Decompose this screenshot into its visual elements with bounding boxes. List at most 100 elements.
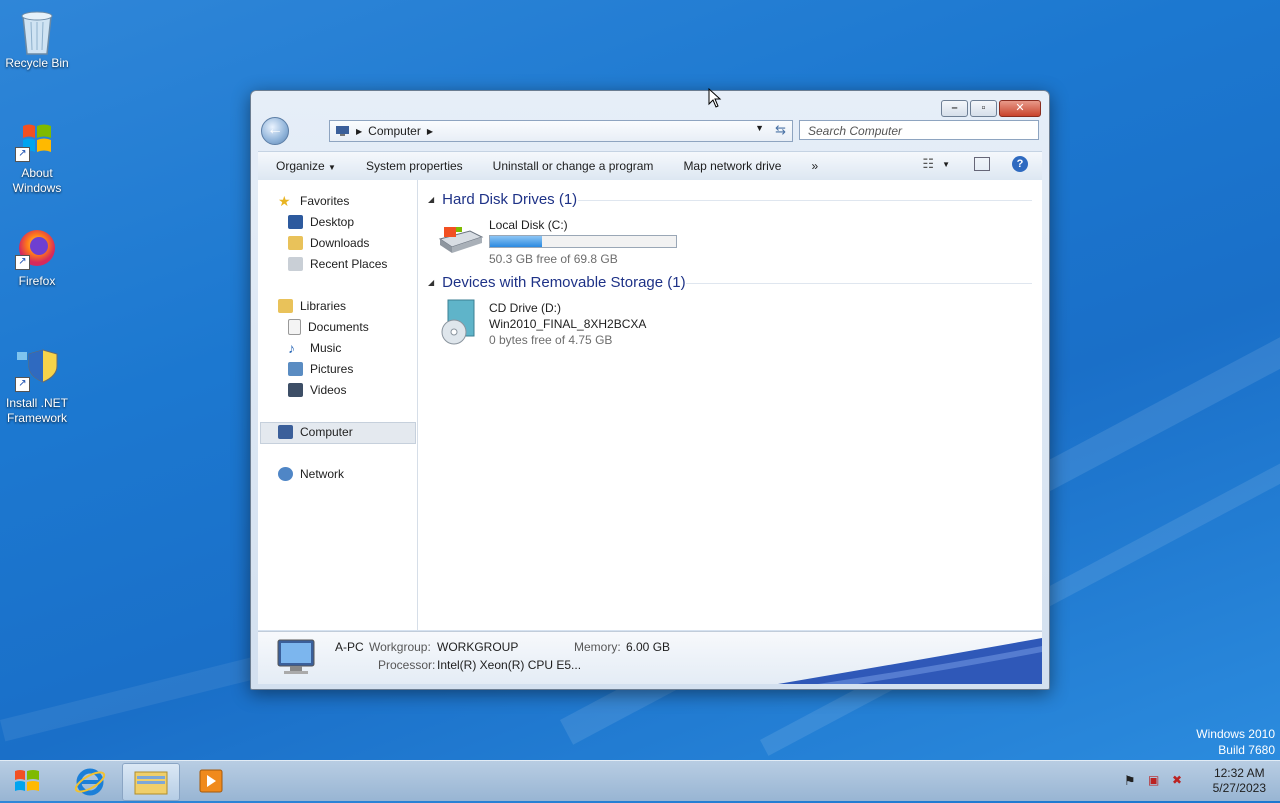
computer-icon <box>336 126 349 136</box>
close-button[interactable]: ✕ <box>999 100 1041 117</box>
desktop-icon-install-dotnet[interactable]: ↗ Install .NET Framework <box>0 348 74 426</box>
nav-pictures[interactable]: Pictures <box>288 360 353 378</box>
hard-drive-icon <box>438 227 484 253</box>
desktop-icon-about-windows[interactable]: ↗ About Windows <box>0 118 74 196</box>
internet-explorer-icon <box>74 768 106 796</box>
group-header-removable[interactable]: ◢ Devices with Removable Storage (1) <box>428 274 686 291</box>
drive-volume-label: Win2010_FINAL_8XH2BCXA <box>489 317 647 331</box>
downloads-folder-icon <box>288 236 303 250</box>
nav-downloads[interactable]: Downloads <box>288 234 369 252</box>
nav-desktop[interactable]: Desktop <box>288 213 354 231</box>
taskbar-media-player[interactable] <box>182 763 238 799</box>
drive-name: Local Disk (C:) <box>489 218 568 232</box>
desktop-icon-firefox[interactable]: ↗ Firefox <box>0 226 74 289</box>
nav-recent-places[interactable]: Recent Places <box>288 255 387 273</box>
back-arrow-icon: ← <box>267 121 283 138</box>
nav-label: Desktop <box>310 215 355 229</box>
view-options-dropdown-icon[interactable]: ▼ <box>942 160 950 169</box>
maximize-button[interactable]: ▫ <box>970 100 997 117</box>
explorer-folder-icon <box>134 771 168 795</box>
uninstall-program-button[interactable]: Uninstall or change a program <box>493 159 654 173</box>
organize-label: Organize <box>276 159 325 173</box>
address-dropdown-icon[interactable]: ▼ <box>755 123 764 133</box>
organize-button[interactable]: Organize ▼ <box>276 159 336 173</box>
mouse-cursor-icon <box>708 88 722 108</box>
taskbar-windows-explorer[interactable] <box>122 763 180 801</box>
nav-label: Network <box>300 467 345 481</box>
nav-label: Videos <box>310 383 347 397</box>
breadcrumb-arrow-icon: ▶ <box>356 126 363 136</box>
refresh-icon[interactable]: ⇆ <box>775 122 786 138</box>
navigation-pane: ★ Favorites Desktop Downloads Recent Plac… <box>258 180 418 630</box>
more-commands-button[interactable]: » <box>811 159 818 173</box>
breadcrumb-computer[interactable]: Computer <box>368 124 421 138</box>
collapse-triangle-icon[interactable]: ◢ <box>428 195 434 204</box>
nav-computer[interactable]: Computer <box>278 423 353 441</box>
nav-label: Recent Places <box>310 257 388 271</box>
desktop-icon-recycle-bin[interactable]: Recycle Bin <box>0 8 74 71</box>
libraries-icon <box>278 299 293 313</box>
network-icon <box>278 467 293 481</box>
os-watermark: Windows 2010 Build 7680 <box>1196 726 1275 758</box>
drive-free-space: 0 bytes free of 4.75 GB <box>489 333 613 347</box>
collapse-triangle-icon[interactable]: ◢ <box>428 278 434 287</box>
nav-label: Computer <box>300 425 353 439</box>
clock-time: 12:32 AM <box>1213 766 1265 780</box>
computer-name: A-PC <box>335 640 364 654</box>
nav-network[interactable]: Network <box>278 465 344 483</box>
drive-c[interactable]: Local Disk (C:) 50.3 GB free of 69.8 GB <box>436 217 677 267</box>
nav-videos[interactable]: Videos <box>288 381 346 399</box>
breadcrumb-arrow-icon[interactable]: ▶ <box>427 127 433 136</box>
taskbar-internet-explorer[interactable] <box>62 763 118 799</box>
desktop-icon-label: Install .NET Framework <box>5 396 68 425</box>
system-properties-button[interactable]: System properties <box>366 159 463 173</box>
nav-label: Favorites <box>300 194 350 208</box>
map-network-drive-button[interactable]: Map network drive <box>683 159 781 173</box>
help-icon[interactable]: ? <box>1012 156 1028 172</box>
desktop-icon-label: Firefox <box>18 274 56 288</box>
nav-favorites[interactable]: ★ Favorites <box>278 192 349 210</box>
close-icon: ✕ <box>1015 102 1025 114</box>
shortcut-arrow-icon: ↗ <box>15 147 30 162</box>
address-bar[interactable]: ▶ Computer ▶ ▼ ⇆ <box>329 120 793 142</box>
desktop-icon <box>288 215 303 229</box>
back-button[interactable]: ← <box>261 117 289 145</box>
system-clock[interactable]: 12:32 AM 5/27/2023 <box>1213 766 1266 796</box>
workgroup-value: WORKGROUP <box>437 640 519 654</box>
windows-flag-icon: ↗ <box>15 118 59 162</box>
nav-documents[interactable]: Documents <box>288 318 369 336</box>
videos-film-icon <box>288 383 303 397</box>
group-divider <box>578 200 1032 201</box>
music-note-icon: ♪ <box>288 340 295 356</box>
dotnet-shield-icon: ↗ <box>15 348 59 392</box>
content-pane: ◢ Hard Disk Drives (1) Local Disk (C:) 50… <box>418 180 1042 630</box>
firefox-icon: ↗ <box>15 226 59 270</box>
nav-label: Downloads <box>310 236 370 250</box>
maximize-icon: ▫ <box>981 102 986 114</box>
start-button[interactable] <box>10 765 44 797</box>
search-input[interactable]: Search Computer <box>799 120 1039 140</box>
explorer-window[interactable]: – ▫ ✕ ← ▶ Computer ▶ ▼ ⇆ Search Computer… <box>250 90 1050 690</box>
action-center-flag-icon[interactable]: ⚑ <box>1124 773 1136 789</box>
desktop-icon-label: Recycle Bin <box>5 56 69 70</box>
group-header-hard-disk[interactable]: ◢ Hard Disk Drives (1) <box>428 191 577 208</box>
desktop-icon-label: About Windows <box>12 166 62 195</box>
processor-value: Intel(R) Xeon(R) CPU E5... <box>437 658 582 672</box>
disk-usage-bar <box>489 235 677 248</box>
preview-pane-icon[interactable] <box>974 157 990 171</box>
nav-libraries[interactable]: Libraries <box>278 297 346 315</box>
drive-d[interactable]: CD Drive (D:) Win2010_FINAL_8XH2BCXA 0 b… <box>436 299 647 348</box>
change-view-icon[interactable]: ☷ <box>922 156 934 172</box>
nav-music[interactable]: ♪ Music <box>288 339 341 357</box>
group-divider <box>686 283 1032 284</box>
group-title: Hard Disk Drives (1) <box>442 191 578 208</box>
volume-muted-icon[interactable]: ✖ <box>1172 773 1182 787</box>
disk-usage-fill <box>490 236 543 247</box>
cd-drive-icon <box>441 299 475 345</box>
command-bar: Organize ▼ System properties Uninstall o… <box>258 151 1042 181</box>
minimize-button[interactable]: – <box>941 100 968 117</box>
network-status-icon[interactable]: ▣ <box>1148 773 1159 787</box>
nav-label: Music <box>310 341 342 355</box>
shortcut-arrow-icon: ↗ <box>15 255 30 270</box>
taskbar: ⚑ ▣ ✖ 12:32 AM 5/27/2023 <box>0 760 1280 801</box>
